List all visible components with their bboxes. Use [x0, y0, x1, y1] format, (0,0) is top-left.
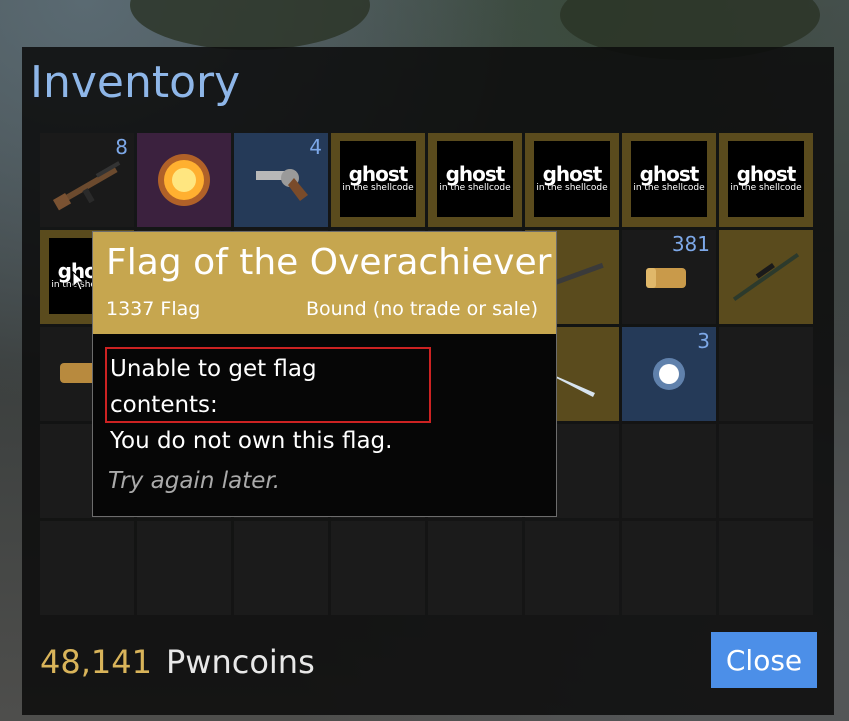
- coin-balance: 48,141 Pwncoins: [40, 643, 315, 681]
- item-tooltip: Flag of the Overachiever 1337 Flag Bound…: [92, 231, 557, 517]
- inventory-slot[interactable]: [428, 521, 522, 615]
- coin-amount: 48,141: [40, 643, 152, 681]
- ghost-logo-icon: ghost in the shellcode: [437, 141, 513, 217]
- item-count: 3: [697, 329, 710, 353]
- inventory-slot[interactable]: [137, 521, 231, 615]
- tooltip-retry-hint: Try again later.: [108, 468, 281, 494]
- background-foliage: [130, 0, 370, 50]
- inventory-slot-bullet[interactable]: 381: [622, 230, 716, 324]
- inventory-slot-ghost[interactable]: ghost in the shellcode: [428, 133, 522, 227]
- inventory-slot-ghost[interactable]: ghost in the shellcode: [525, 133, 619, 227]
- ghost-logo-icon: ghost in the shellcode: [534, 141, 610, 217]
- inventory-slot-rifle[interactable]: 8: [40, 133, 134, 227]
- sniper-rifle-icon: [732, 252, 800, 302]
- close-button[interactable]: Close: [711, 632, 817, 688]
- inventory-slot[interactable]: [525, 521, 619, 615]
- inventory-slot[interactable]: [719, 424, 813, 518]
- inventory-slot[interactable]: [622, 424, 716, 518]
- inventory-slot[interactable]: [234, 521, 328, 615]
- ghost-logo-icon: ghost in the shellcode: [340, 141, 416, 217]
- mouse-cursor-icon: [72, 271, 86, 291]
- inventory-slot[interactable]: [719, 327, 813, 421]
- item-count: 381: [671, 232, 710, 256]
- error-line: You do not own this flag.: [110, 428, 393, 454]
- explosion-icon: [158, 154, 210, 206]
- error-line: Unable to get flag contents:: [110, 356, 317, 418]
- tooltip-error-message: Unable to get flag contents: You do not …: [105, 347, 431, 454]
- ghost-logo-icon: ghost in the shellcode: [631, 141, 707, 217]
- inventory-slot[interactable]: [331, 521, 425, 615]
- inventory-slot-ghost[interactable]: ghost in the shellcode: [622, 133, 716, 227]
- inventory-slot-orb[interactable]: 3: [622, 327, 716, 421]
- inventory-slot-ghost[interactable]: ghost in the shellcode: [719, 133, 813, 227]
- tooltip-title: Flag of the Overachiever: [106, 242, 552, 283]
- tooltip-bound-status: Bound (no trade or sale): [305, 298, 538, 320]
- inventory-slot-ghost[interactable]: ghost in the shellcode: [331, 133, 425, 227]
- tooltip-header: Flag of the Overachiever 1337 Flag Bound…: [93, 232, 556, 334]
- item-count: 8: [115, 135, 128, 159]
- coin-label: Pwncoins: [165, 643, 315, 681]
- inventory-slot[interactable]: [40, 521, 134, 615]
- inventory-title: Inventory: [30, 57, 241, 108]
- inventory-slot-revolver[interactable]: 4: [234, 133, 328, 227]
- ghost-logo-icon: ghost in the shellcode: [728, 141, 804, 217]
- tooltip-item-type: 1337 Flag: [106, 298, 201, 320]
- inventory-slot[interactable]: [622, 521, 716, 615]
- inventory-slot[interactable]: [719, 521, 813, 615]
- item-count: 4: [309, 135, 322, 159]
- inventory-slot-fire[interactable]: [137, 133, 231, 227]
- inventory-slot-sniper[interactable]: [719, 230, 813, 324]
